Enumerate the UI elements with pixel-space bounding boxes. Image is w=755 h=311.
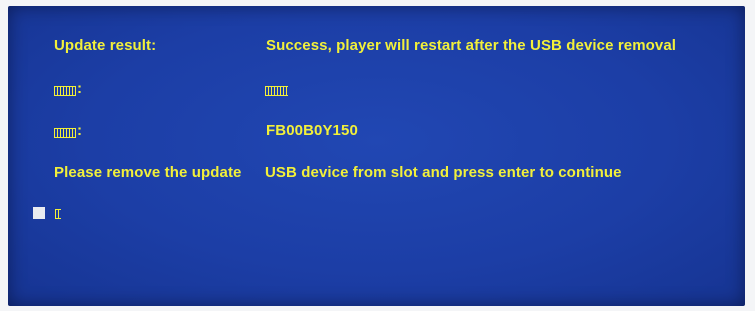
tv-screen: Update result: Success, player will rest…: [8, 6, 745, 306]
row2-colon: :: [77, 80, 82, 97]
update-result-value: Success, player will restart after the U…: [266, 37, 677, 54]
garbled-confirm-option[interactable]: [55, 209, 61, 219]
photo-frame: Update result: Success, player will rest…: [0, 0, 755, 311]
version-value: FB00B0Y150: [266, 122, 358, 139]
update-result-label: Update result:: [54, 37, 157, 54]
instruction-part2: USB device from slot and press enter to …: [265, 164, 622, 181]
garbled-label-row2: [54, 86, 76, 96]
garbled-label-row3: [54, 128, 76, 138]
selection-cursor-icon[interactable]: [33, 207, 45, 219]
instruction-part1: Please remove the update: [54, 164, 242, 181]
row3-colon: :: [77, 122, 82, 139]
garbled-value-row2: [265, 86, 288, 96]
